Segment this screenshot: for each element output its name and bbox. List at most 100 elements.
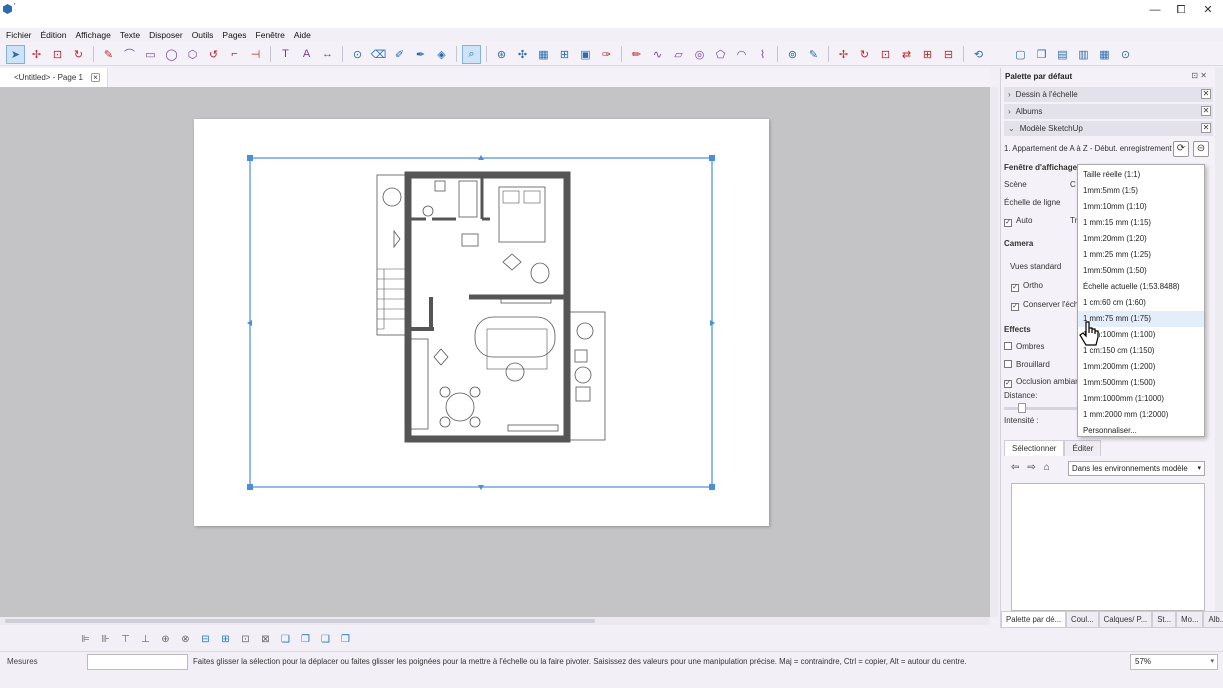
align-center-h-icon[interactable]: ⊕	[156, 630, 175, 648]
tray-albums[interactable]: › Albums ✕	[1004, 104, 1213, 119]
menu-aide[interactable]: Aide	[294, 28, 311, 42]
dropper-icon[interactable]: ✎	[804, 45, 823, 64]
tab-edit[interactable]: Éditer	[1064, 440, 1102, 456]
document-tab[interactable]: <Untitled> - Page 1 ×	[0, 68, 108, 87]
floor-plan-viewport[interactable]	[194, 119, 769, 526]
tray-tab-default[interactable]: Palette par dé...	[1001, 611, 1067, 628]
fill-tool-icon[interactable]: ◈	[432, 45, 451, 64]
flip-v-icon[interactable]: ❐	[296, 630, 315, 648]
environment-select[interactable]: Dans les environnements modèle ▾	[1068, 461, 1205, 476]
menu-pages[interactable]: Pages	[222, 28, 246, 42]
tray-tab-layers[interactable]: Calques/ P...	[1098, 611, 1153, 628]
polygon-tool-icon[interactable]: ⬡	[183, 45, 202, 64]
arc-alt-icon[interactable]: ◠	[732, 45, 751, 64]
menu-fenetre[interactable]: Fenêtre	[256, 28, 285, 42]
fog-checkbox[interactable]: Brouillard	[1004, 360, 1050, 369]
page-sheet[interactable]	[194, 119, 769, 526]
ambient-occlusion-checkbox[interactable]: ✓ Occlusion ambian	[1004, 377, 1080, 388]
scale-option[interactable]: 1mm:200mm (1:200)	[1078, 359, 1204, 375]
tray-tab-albums[interactable]: Alb...	[1203, 611, 1223, 628]
rotate-alt-icon[interactable]: ↻	[855, 45, 874, 64]
ungroup-icon[interactable]: ❒	[336, 630, 355, 648]
tray-sketchup-model[interactable]: ⌄ Modèle SketchUp ✕	[1004, 121, 1213, 136]
circle-tool-icon[interactable]: ◯	[162, 45, 181, 64]
vertical-scrollbar[interactable]	[990, 87, 998, 617]
close-window-button[interactable]: ✕	[1195, 2, 1221, 18]
zoom-select[interactable]: 57% ▾	[1130, 654, 1218, 670]
pencil-icon[interactable]: ✏	[627, 45, 646, 64]
space-h-icon[interactable]: ⊟	[196, 630, 215, 648]
flip-icon[interactable]: ⇄	[897, 45, 916, 64]
measurements-input[interactable]	[87, 654, 188, 670]
auto-scale-checkbox[interactable]: ✓ Auto	[1004, 216, 1032, 227]
rectangle-tool-icon[interactable]: ▭	[141, 45, 160, 64]
back-arrow-icon[interactable]: ⇦	[1011, 462, 1019, 473]
horizontal-scrollbar[interactable]	[0, 617, 990, 625]
distribute-alt-icon[interactable]: ⊠	[256, 630, 275, 648]
split-tool-icon[interactable]: ⌐	[225, 45, 244, 64]
close-tray-icon[interactable]: ✕	[1201, 106, 1211, 116]
scale-option[interactable]: 1 cm:60 cm (1:60)	[1078, 295, 1204, 311]
label-tool-icon[interactable]: A	[297, 45, 316, 64]
join-tool-icon[interactable]: ⊣	[246, 45, 265, 64]
menu-affichage[interactable]: Affichage	[76, 28, 111, 42]
scale-option[interactable]: 1mm:500mm (1:500)	[1078, 375, 1204, 391]
circle-alt-icon[interactable]: ◎	[690, 45, 709, 64]
rect-alt-icon[interactable]: ▱	[669, 45, 688, 64]
offset-tool-icon[interactable]: ↺	[204, 45, 223, 64]
dimension-tool-icon[interactable]: ↔	[318, 45, 337, 64]
table-tool-icon[interactable]: ▦	[534, 45, 553, 64]
scale-option[interactable]: 1mm:5mm (1:5)	[1078, 183, 1204, 199]
eraser-tool-icon[interactable]: ⌫	[369, 45, 388, 64]
link-icon[interactable]: ⊝	[1193, 141, 1209, 157]
minimize-button[interactable]: —	[1142, 2, 1168, 18]
shadows-checkbox[interactable]: Ombres	[1004, 342, 1044, 351]
curve-icon[interactable]: ⌇	[753, 45, 772, 64]
pan-tool-icon[interactable]: ⊛	[492, 45, 511, 64]
scale-option[interactable]: Échelle actuelle (1:53.8488)	[1078, 279, 1204, 295]
sample-tool-icon[interactable]: ✒	[411, 45, 430, 64]
panel-scrollbar[interactable]	[1215, 68, 1223, 628]
duplicate-page-icon[interactable]: ❐	[1032, 45, 1051, 64]
view-icon[interactable]: ⊚	[783, 45, 802, 64]
select-tool-icon[interactable]: ➤	[6, 44, 25, 64]
forward-arrow-icon[interactable]: ⇨	[1027, 462, 1035, 473]
tray-tab-colors[interactable]: Coul...	[1066, 611, 1099, 628]
polygon-alt-icon[interactable]: ⬠	[711, 45, 730, 64]
model-browser[interactable]	[1011, 483, 1205, 611]
refresh-icon[interactable]: ⟳	[1173, 141, 1189, 157]
tab-select[interactable]: Sélectionner	[1004, 440, 1065, 456]
new-page-icon[interactable]: ▢	[1011, 45, 1030, 64]
ortho-checkbox[interactable]: ✓ Ortho	[1011, 281, 1043, 292]
align-center-v-icon[interactable]: ⊗	[176, 630, 195, 648]
move-alt-icon[interactable]: ✢	[834, 45, 853, 64]
text-tool-icon[interactable]: T	[276, 45, 295, 64]
scale-option[interactable]: 1mm:1000mm (1:1000)	[1078, 391, 1204, 407]
tray-scaled-drawing[interactable]: › Dessin à l'échelle ✕	[1004, 87, 1213, 102]
sketchup-link-icon[interactable]: ⟲	[969, 45, 988, 64]
close-tray-icon[interactable]: ✕	[1201, 123, 1211, 133]
group-icon[interactable]: ❑	[316, 630, 335, 648]
export-icon[interactable]: ▥	[1074, 45, 1093, 64]
distribute-icon[interactable]: ⊡	[236, 630, 255, 648]
move-tool-icon[interactable]: ✢	[27, 45, 46, 64]
scale-option[interactable]: 1mm:50mm (1:50)	[1078, 263, 1204, 279]
home-icon[interactable]: ⌂	[1044, 462, 1050, 473]
menu-disposer[interactable]: Disposer	[149, 28, 183, 42]
freehand-icon[interactable]: ∿	[648, 45, 667, 64]
scale-option[interactable]: 1 mm:15 mm (1:15)	[1078, 215, 1204, 231]
orbit-tool-icon[interactable]: ✣	[513, 45, 532, 64]
print-icon[interactable]: ▦	[1095, 45, 1114, 64]
menu-edition[interactable]: Édition	[41, 28, 67, 42]
close-tab-icon[interactable]: ×	[90, 73, 100, 82]
scroll-thumb[interactable]	[5, 619, 595, 623]
scale-option[interactable]: Taille réelle (1:1)	[1078, 167, 1204, 183]
align-bottom-icon[interactable]: ⊥	[136, 630, 155, 648]
present-icon[interactable]: ⊙	[1116, 45, 1135, 64]
scale-option[interactable]: 1mm:20mm (1:20)	[1078, 231, 1204, 247]
space-v-icon[interactable]: ⊞	[216, 630, 235, 648]
scale-tool-icon[interactable]: ⊡	[48, 45, 67, 64]
scale-option[interactable]: 1 mm:25 mm (1:25)	[1078, 247, 1204, 263]
style-tool-icon[interactable]: ✐	[390, 45, 409, 64]
scale-option[interactable]: 1 mm:2000 mm (1:2000)	[1078, 407, 1204, 423]
